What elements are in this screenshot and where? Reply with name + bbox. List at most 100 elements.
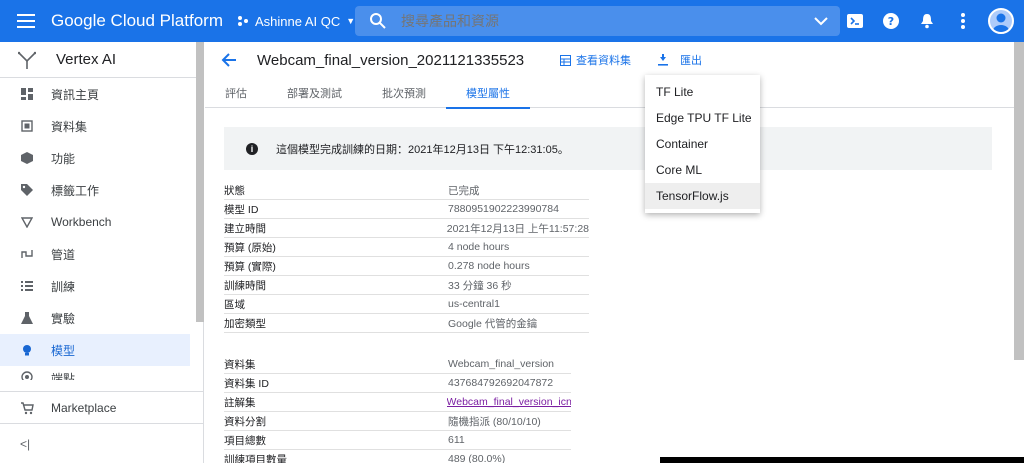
- avatar[interactable]: [988, 8, 1014, 34]
- tab-batch-predictions[interactable]: 批次預測: [362, 78, 446, 108]
- sidebar-item-label: Workbench: [51, 215, 112, 229]
- table-row: 資料集 Webcam_final_version: [224, 355, 571, 374]
- property-key: 狀態: [224, 184, 245, 197]
- property-key: 資料集: [224, 358, 256, 371]
- table-row: 註解集 Webcam_final_version_icn: [224, 393, 571, 412]
- property-key: 資料分割: [224, 415, 266, 428]
- property-key: 建立時間: [224, 222, 266, 235]
- property-key: 預算 (原始): [224, 241, 276, 254]
- property-value: 2021年12月13日 上午11:57:28: [446, 222, 589, 235]
- table-row: 訓練時間 33 分鐘 36 秒: [224, 276, 589, 295]
- sidebar-item-experiments[interactable]: 實驗: [0, 302, 203, 334]
- sidebar-item-marketplace[interactable]: Marketplace: [0, 391, 204, 423]
- sidebar-item-models[interactable]: 模型: [0, 334, 190, 366]
- page-title: Webcam_final_version_2021121335523: [257, 51, 525, 69]
- export-button[interactable]: 匯出: [657, 52, 702, 68]
- sidebar-item-label: 管道: [51, 247, 76, 262]
- training-icon: [20, 279, 34, 293]
- menu-item-edge-tpu-tf-lite[interactable]: Edge TPU TF Lite: [645, 105, 760, 131]
- sidebar-item-dashboard[interactable]: 資訊主頁: [0, 78, 203, 110]
- annotation-set-link[interactable]: Webcam_final_version_icn: [447, 396, 571, 408]
- sidebar-item-label: 標籤工作: [51, 183, 100, 198]
- sidebar-item-label: Marketplace: [51, 400, 117, 415]
- export-menu: TF Lite Edge TPU TF Lite Container Core …: [645, 75, 760, 213]
- sidebar-item-features[interactable]: 功能: [0, 142, 203, 174]
- sidebar-item-datasets[interactable]: 資料集: [0, 110, 203, 142]
- model-properties-table: 狀態 已完成 模型 ID 7880951902223990784 建立時間 2021年…: [224, 181, 589, 333]
- view-dataset-button[interactable]: 查看資料集: [560, 52, 631, 68]
- expand-more-icon[interactable]: [814, 16, 828, 26]
- help-icon[interactable]: ?: [880, 10, 902, 32]
- training-complete-notice: i 這個模型完成訓練的日期：2021年12月13日 下午12:31:05。: [224, 127, 992, 170]
- download-icon: [658, 54, 668, 66]
- project-icon: [237, 16, 248, 26]
- property-key: 資料集 ID: [224, 377, 269, 390]
- search-bar[interactable]: [355, 6, 840, 36]
- table-row: 預算 (實際) 0.278 node hours: [224, 257, 589, 276]
- property-key: 預算 (實際): [224, 260, 276, 273]
- back-arrow-icon[interactable]: [221, 52, 237, 68]
- dataset-icon: [20, 119, 34, 133]
- brand-title[interactable]: Google Cloud Platform: [51, 11, 223, 31]
- menu-item-container[interactable]: Container: [645, 131, 760, 157]
- vertex-ai-icon: [18, 51, 36, 69]
- sidebar-scrollbar[interactable]: [196, 42, 204, 322]
- more-vert-icon[interactable]: [952, 10, 974, 32]
- property-key: 訓練時間: [224, 279, 266, 292]
- sidebar-item-training[interactable]: 訓練: [0, 270, 203, 302]
- search-input[interactable]: [401, 13, 814, 29]
- export-label: 匯出: [680, 55, 702, 67]
- tab-deploy-test[interactable]: 部署及測試: [267, 78, 362, 108]
- property-value: 7880951902223990784: [448, 203, 559, 215]
- property-key: 模型 ID: [224, 203, 259, 216]
- sidebar-item-label: 資料集: [51, 119, 88, 134]
- sidebar-item-label: 訓練: [51, 279, 76, 294]
- sidebar-item-label: 實驗: [51, 311, 76, 326]
- sidebar-item-endpoints[interactable]: 端點: [0, 366, 203, 380]
- experiments-icon: [20, 311, 34, 325]
- table-row: 訓練項目數量 489 (80.0%): [224, 450, 571, 463]
- property-value: 33 分鐘 36 秒: [448, 279, 512, 292]
- top-app-bar: Google Cloud Platform Ashinne AI QC ▼ ?: [0, 0, 1024, 42]
- project-selector[interactable]: Ashinne AI QC ▼: [237, 14, 355, 29]
- table-row: 預算 (原始) 4 node hours: [224, 238, 589, 257]
- sidebar-item-workbench[interactable]: Workbench: [0, 206, 203, 238]
- sidebar: Vertex AI 資訊主頁 資料集 功能 標籤工作 Workbench 管道 …: [0, 42, 204, 463]
- pipelines-icon: [20, 247, 34, 261]
- tab-model-properties[interactable]: 模型屬性: [446, 78, 530, 109]
- page-scrollbar[interactable]: [1014, 42, 1024, 360]
- menu-item-tensorflow-js[interactable]: TensorFlow.js: [645, 183, 760, 209]
- menu-item-tf-lite[interactable]: TF Lite: [645, 79, 760, 105]
- sidebar-item-label: 端點: [51, 372, 76, 380]
- sidebar-item-label: 模型: [51, 343, 76, 358]
- info-icon: i: [246, 142, 258, 155]
- sidebar-item-labeling[interactable]: 標籤工作: [0, 174, 203, 206]
- workbench-icon: [20, 215, 34, 229]
- property-key: 註解集: [224, 396, 256, 409]
- property-value: 隨機指派 (80/10/10): [448, 415, 541, 428]
- features-icon: [20, 151, 34, 165]
- property-value: 489 (80.0%): [448, 453, 506, 463]
- notifications-icon[interactable]: [916, 10, 938, 32]
- view-dataset-label: 查看資料集: [576, 55, 631, 67]
- property-value: 已完成: [448, 184, 480, 197]
- table-icon: [560, 54, 571, 66]
- table-row: 模型 ID 7880951902223990784: [224, 200, 589, 219]
- cloud-shell-icon[interactable]: [844, 10, 866, 32]
- table-row: 建立時間 2021年12月13日 上午11:57:28: [224, 219, 589, 238]
- table-row: 加密類型 Google 代管的金鑰: [224, 314, 589, 333]
- table-row: 狀態 已完成: [224, 181, 589, 200]
- collapse-sidebar-button[interactable]: <|: [0, 423, 204, 463]
- endpoints-icon: [20, 370, 34, 380]
- menu-icon[interactable]: [5, 0, 47, 42]
- property-value: 4 node hours: [448, 241, 510, 253]
- bottom-overlay-bar: [660, 457, 1024, 463]
- sidebar-item-label: 資訊主頁: [51, 87, 100, 102]
- page-header: Webcam_final_version_2021121335523 查看資料集…: [205, 42, 1024, 78]
- tab-bar: 評估 部署及測試 批次預測 模型屬性: [205, 78, 1024, 109]
- table-row: 資料分割 隨機指派 (80/10/10): [224, 412, 571, 431]
- property-key: 項目總數: [224, 434, 266, 447]
- menu-item-core-ml[interactable]: Core ML: [645, 157, 760, 183]
- sidebar-item-pipelines[interactable]: 管道: [0, 238, 203, 270]
- tab-evaluate[interactable]: 評估: [205, 78, 267, 108]
